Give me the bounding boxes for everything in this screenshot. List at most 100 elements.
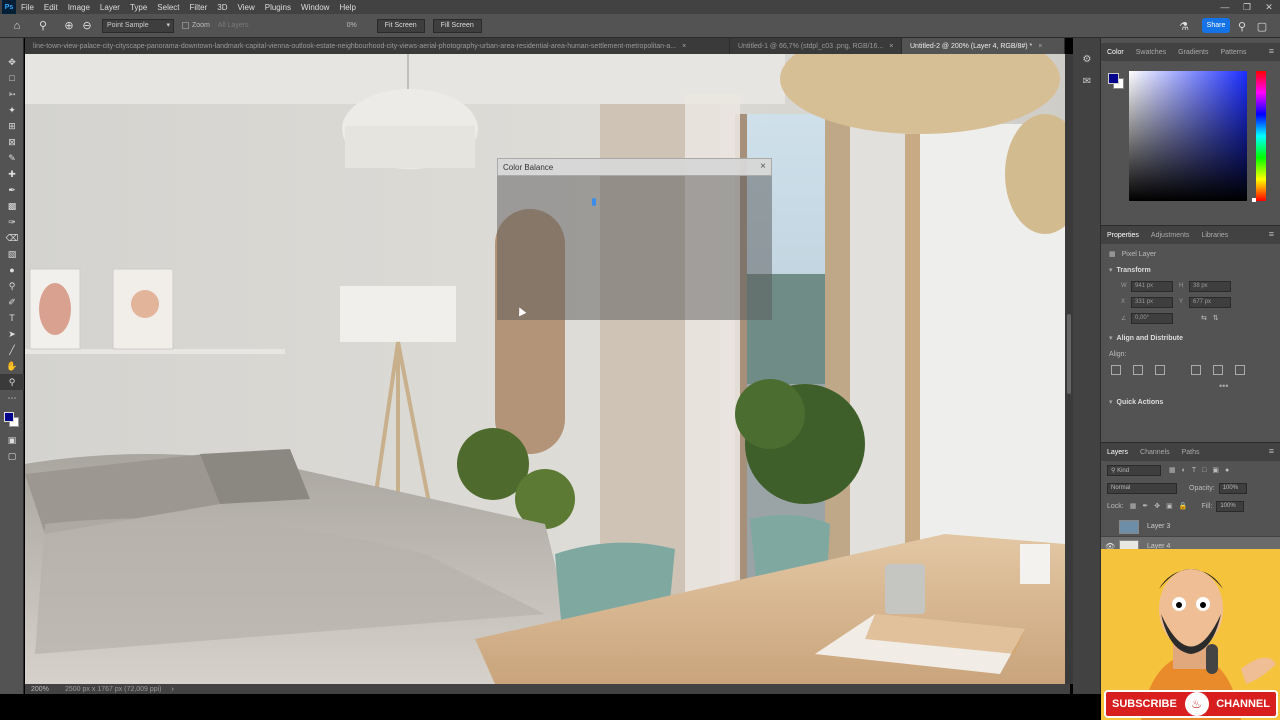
vertical-scrollbar[interactable] [1065, 54, 1073, 684]
lock-image-icon[interactable]: ✒ [1142, 502, 1148, 510]
filter-smart-object-icon[interactable]: ▣ [1212, 466, 1219, 474]
path-selection-tool-icon[interactable]: ➤ [0, 326, 24, 342]
tab-close-icon[interactable]: × [889, 43, 893, 50]
filter-type-icon[interactable]: T [1192, 467, 1196, 474]
zoom-tool-icon[interactable]: ⚲ [34, 17, 52, 35]
share-button[interactable]: Share [1202, 18, 1230, 33]
eyedropper-tool-icon[interactable]: ✎ [0, 150, 24, 166]
blur-tool-icon[interactable]: ● [0, 262, 24, 278]
panel-menu-icon[interactable]: ≡ [1269, 46, 1274, 56]
more-tools-icon[interactable]: ⋯ [0, 390, 24, 406]
bell-icon[interactable]: ♨ [1184, 692, 1209, 716]
zoom-out-icon[interactable]: ⊖ [78, 17, 96, 35]
home-icon[interactable]: ⌂ [8, 17, 26, 35]
transform-section[interactable]: Transform [1101, 262, 1280, 278]
marquee-tool-icon[interactable]: □ [0, 70, 24, 86]
clone-stamp-tool-icon[interactable]: ▩ [0, 198, 24, 214]
zoom-in-icon[interactable]: ⊕ [60, 17, 78, 35]
color-picker-field[interactable] [1129, 71, 1247, 201]
align-left-icon[interactable] [1111, 365, 1121, 375]
crop-tool-icon[interactable]: ⊞ [0, 118, 24, 134]
filter-adjustment-icon[interactable]: ◐ [1182, 467, 1186, 474]
dodge-tool-icon[interactable]: ⚲ [0, 278, 24, 294]
menu-view[interactable]: View [233, 3, 260, 12]
fit-screen-button[interactable]: Fit Screen [376, 18, 425, 33]
comments-icon[interactable]: ✉ [1073, 72, 1101, 90]
align-top-icon[interactable] [1191, 365, 1201, 375]
menu-type[interactable]: Type [125, 3, 152, 12]
align-right-icon[interactable] [1155, 365, 1165, 375]
tab-patterns[interactable]: Patterns [1214, 49, 1252, 56]
tab-vienna-panorama[interactable]: line-town-view-palace-city-cityscape-pan… [25, 38, 730, 54]
restore-icon[interactable]: ❐ [1236, 0, 1258, 14]
blend-mode-select[interactable]: Normal [1107, 482, 1177, 494]
flip-horizontal-icon[interactable]: ⇆ [1201, 314, 1207, 322]
lock-position-icon[interactable]: ✥ [1154, 502, 1160, 510]
brush-tool-icon[interactable]: ✒ [0, 182, 24, 198]
tab-untitled-1[interactable]: Untitled-1 @ 66,7% (stdpl_c03 .png, RGB/… [730, 38, 902, 54]
angle-field[interactable]: 0,00° [1131, 312, 1173, 324]
search-icon[interactable]: ⚲ [1234, 17, 1250, 35]
tab-close-icon[interactable]: × [1038, 43, 1042, 50]
history-brush-tool-icon[interactable]: ✑ [0, 214, 24, 230]
frame-tool-icon[interactable]: ⊠ [0, 134, 24, 150]
hue-slider[interactable] [1256, 71, 1266, 201]
lock-artboard-icon[interactable]: ▣ [1166, 502, 1173, 510]
foreground-color-swatch[interactable] [4, 412, 14, 422]
y-field[interactable]: 677 px [1189, 296, 1231, 308]
screen-mode-icon[interactable]: ▢ [0, 448, 24, 464]
menu-window[interactable]: Window [296, 3, 334, 12]
quick-actions-section[interactable]: Quick Actions [1101, 394, 1280, 410]
history-icon[interactable]: ⚙ [1073, 50, 1101, 68]
gradient-tool-icon[interactable]: ▧ [0, 246, 24, 262]
tab-gradients[interactable]: Gradients [1172, 49, 1214, 56]
tab-close-icon[interactable]: × [682, 43, 686, 50]
color-swatches[interactable] [0, 410, 24, 432]
tab-channels[interactable]: Channels [1134, 449, 1176, 456]
close-window-icon[interactable]: ✕ [1258, 0, 1280, 14]
layer-filter-select[interactable]: ⚲ Kind [1107, 464, 1161, 476]
healing-brush-tool-icon[interactable]: ✚ [0, 166, 24, 182]
menu-select[interactable]: Select [152, 3, 184, 12]
menu-file[interactable]: File [16, 3, 39, 12]
align-bottom-icon[interactable] [1235, 365, 1245, 375]
menu-edit[interactable]: Edit [39, 3, 63, 12]
tab-color[interactable]: Color [1101, 49, 1130, 56]
lock-all-icon[interactable]: 🔒 [1179, 502, 1188, 510]
eraser-tool-icon[interactable]: ⌫ [0, 230, 24, 246]
menu-filter[interactable]: Filter [185, 3, 213, 12]
tab-adjustments[interactable]: Adjustments [1145, 232, 1196, 239]
menu-help[interactable]: Help [334, 3, 360, 12]
hand-tool-icon[interactable]: ✋ [0, 358, 24, 374]
fill-field[interactable]: 100% [1216, 500, 1245, 512]
filter-shape-icon[interactable]: □ [1202, 467, 1206, 474]
minimize-icon[interactable]: — [1214, 0, 1236, 14]
flip-vertical-icon[interactable]: ⇅ [1213, 314, 1219, 322]
hue-slider-marker[interactable] [1252, 198, 1256, 202]
lock-transparent-icon[interactable]: ▦ [1130, 502, 1137, 510]
height-field[interactable]: 38 px [1189, 280, 1231, 292]
pen-tool-icon[interactable]: ✐ [0, 294, 24, 310]
x-field[interactable]: 331 px [1131, 296, 1173, 308]
layer-row-layer-3[interactable]: Layer 3 [1101, 517, 1280, 537]
move-tool-icon[interactable]: ✥ [0, 54, 24, 70]
panel-menu-icon[interactable]: ≡ [1269, 229, 1274, 239]
quick-mask-icon[interactable]: ▣ [0, 432, 24, 448]
zoom-level[interactable]: 200% [25, 686, 65, 693]
more-options-icon[interactable]: ••• [1219, 381, 1228, 391]
workspace-icon[interactable]: ▢ [1254, 17, 1270, 35]
type-tool-icon[interactable]: T [0, 310, 24, 326]
align-center-icon[interactable] [1133, 365, 1143, 375]
tab-swatches[interactable]: Swatches [1130, 49, 1172, 56]
align-middle-icon[interactable] [1213, 365, 1223, 375]
zoom-tool-sidebar-icon[interactable]: ⚲ [0, 374, 24, 390]
object-selection-tool-icon[interactable]: ✦ [0, 102, 24, 118]
lasso-tool-icon[interactable]: ➳ [0, 86, 24, 102]
align-section[interactable]: Align and Distribute [1101, 330, 1280, 346]
line-tool-icon[interactable]: ╱ [0, 342, 24, 358]
dialog-title-bar[interactable]: Color Balance × [497, 158, 772, 176]
subscribe-banner[interactable]: SUBSCRIBE ♨ CHANNEL [1104, 690, 1278, 718]
dialog-close-icon[interactable]: × [760, 161, 766, 172]
fill-screen-button[interactable]: Fill Screen [432, 18, 482, 33]
filter-toggle-icon[interactable]: ● [1225, 467, 1229, 474]
